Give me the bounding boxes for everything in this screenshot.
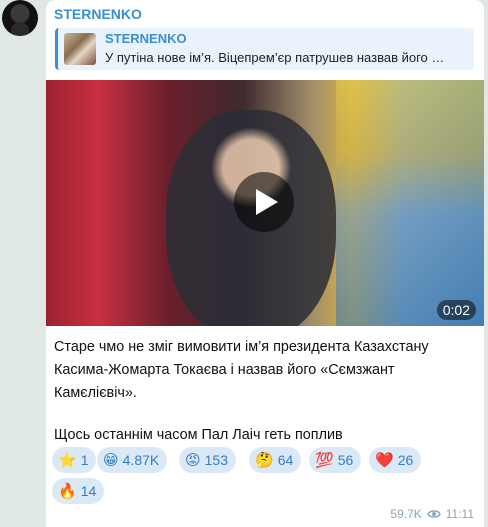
- grin-icon: 😁: [103, 451, 119, 469]
- video-duration: 0:02: [436, 300, 476, 320]
- view-count: 59.7K: [390, 507, 422, 521]
- angry-face-icon: 😡: [185, 451, 201, 469]
- reaction-count: 4.87K: [122, 452, 160, 468]
- message-text: Старе чмо не зміг вимовити ім’я президен…: [54, 336, 474, 447]
- hundred-icon: 💯: [315, 451, 334, 469]
- message-meta: 59.7K 11:11: [390, 507, 474, 521]
- caption-paragraph-2: Щось останнім часом Пал Лаіч геть поплив: [54, 427, 343, 443]
- sender-name[interactable]: STERNENKO: [54, 6, 142, 22]
- message-bubble: STERNENKO STERNENKO У путіна нове ім’я. …: [46, 0, 484, 527]
- reaction-angry[interactable]: 😡 153: [179, 447, 236, 473]
- video-blurred-flag: [336, 80, 484, 326]
- reply-sender-name: STERNENKO: [105, 31, 187, 46]
- reaction-count: 64: [277, 452, 294, 468]
- reaction-fire[interactable]: 🔥 14: [52, 478, 105, 504]
- message-time: 11:11: [445, 507, 474, 521]
- reaction-count: 56: [337, 452, 354, 468]
- reaction-count: 153: [204, 452, 228, 468]
- reaction-heart[interactable]: ❤️ 26: [369, 447, 422, 473]
- play-icon: [255, 189, 278, 215]
- fire-icon: 🔥: [58, 482, 77, 500]
- reaction-count: 14: [80, 483, 97, 499]
- thinking-face-icon: 🤔: [255, 451, 274, 469]
- video-player[interactable]: 0:02: [46, 80, 484, 326]
- play-button[interactable]: [234, 172, 294, 232]
- reply-text: У путіна нове ім’я. Віцепрем’єр патрушев…: [105, 50, 445, 65]
- reaction-hundred[interactable]: 💯 56: [309, 447, 362, 473]
- reply-thumbnail: [64, 33, 96, 65]
- reply-preview[interactable]: STERNENKO У путіна нове ім’я. Віцепрем’є…: [55, 28, 474, 70]
- reaction-star[interactable]: ⭐ 1: [52, 447, 97, 473]
- reaction-thinking[interactable]: 🤔 64: [249, 447, 302, 473]
- star-icon: ⭐: [58, 451, 77, 469]
- eye-icon: [426, 510, 441, 518]
- heart-icon: ❤️: [375, 451, 394, 469]
- caption-paragraph-1: Старе чмо не зміг вимовити ім’я президен…: [54, 339, 429, 401]
- reaction-count: 26: [397, 452, 414, 468]
- channel-avatar[interactable]: [2, 0, 38, 36]
- reaction-count: 1: [80, 452, 89, 468]
- reaction-grin[interactable]: 😁 4.87K: [97, 447, 168, 473]
